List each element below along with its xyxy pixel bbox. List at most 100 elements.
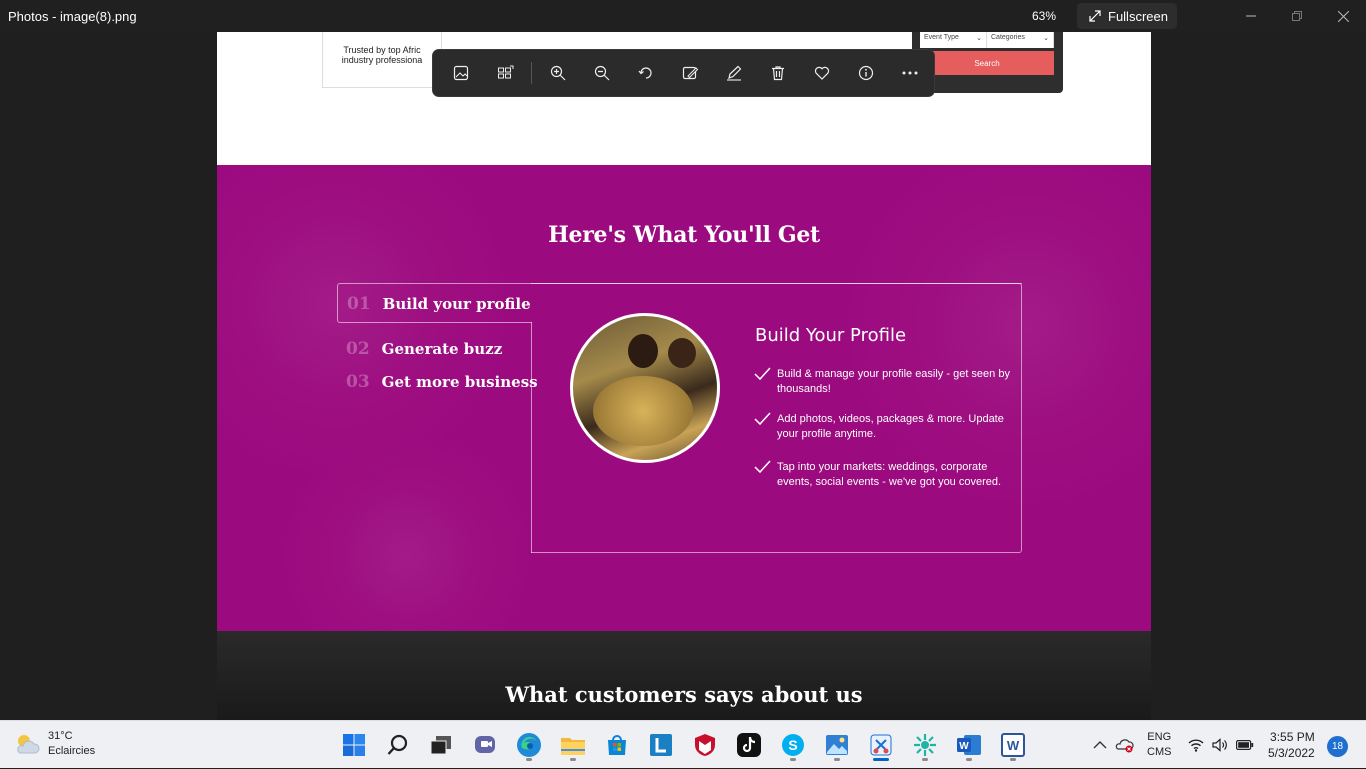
store-icon [608, 735, 626, 755]
date: 5/3/2022 [1268, 746, 1315, 760]
close-button[interactable] [1320, 0, 1366, 32]
tab-number: 03 [346, 372, 370, 392]
photos-icon [826, 735, 848, 755]
rotate-button[interactable] [624, 55, 668, 91]
testimonials-section: What customers says about us [217, 631, 1151, 720]
skype-icon: S [782, 734, 804, 756]
app-button[interactable] [909, 729, 941, 761]
draw-button[interactable] [712, 55, 756, 91]
search-button[interactable] [382, 729, 414, 761]
edge-icon [517, 733, 541, 757]
couple-photo [570, 313, 720, 463]
tab-number: 02 [346, 339, 370, 359]
maximize-button[interactable] [1274, 0, 1320, 32]
gallery-button[interactable] [483, 55, 527, 91]
svg-text:W: W [1007, 738, 1020, 753]
restore-icon [1292, 11, 1302, 21]
categories-select[interactable]: Categories ⌄ [987, 32, 1054, 48]
zoom-out-button[interactable] [580, 55, 624, 91]
start-icon [343, 734, 365, 756]
running-indicator [1010, 758, 1016, 761]
task-view-button[interactable] [425, 729, 457, 761]
store-button[interactable] [601, 729, 633, 761]
tab-label: Generate buzz [381, 340, 503, 358]
rotate-icon [638, 67, 652, 79]
info-button[interactable] [844, 55, 888, 91]
tab-get-more-business[interactable]: 03 Get more business [346, 372, 538, 392]
file-explorer-icon [561, 738, 585, 755]
benefit-item: Build & manage your profile easily - get… [754, 367, 1014, 397]
cloud-error-icon [1115, 739, 1134, 753]
keyboard-layout: CMS [1147, 746, 1172, 758]
language: ENG [1147, 731, 1172, 743]
skype-button[interactable]: S [777, 729, 809, 761]
zoom-out-icon [594, 65, 610, 81]
running-indicator [790, 758, 796, 761]
info-icon [858, 65, 874, 81]
edit-image-icon [682, 66, 698, 80]
more-button[interactable] [888, 55, 932, 91]
partly-cloudy-icon [17, 735, 40, 754]
checkmark-icon [754, 412, 771, 426]
fullscreen-button[interactable]: Fullscreen [1077, 3, 1177, 29]
photos-button[interactable] [821, 729, 853, 761]
start-button[interactable] [338, 729, 370, 761]
time: 3:55 PM [1270, 730, 1315, 744]
running-indicator [834, 758, 840, 761]
gallery-icon [497, 65, 513, 79]
event-type-select[interactable]: Event Type ⌄ [920, 32, 987, 48]
running-indicator [922, 758, 928, 761]
image-icon [453, 65, 469, 81]
teams-chat-button[interactable] [469, 729, 501, 761]
toolbar-divider [531, 62, 532, 84]
window-title: Photos - image(8).png [8, 9, 137, 24]
search-button[interactable]: Search [920, 51, 1054, 75]
tab-build-profile[interactable]: 01 Build your profile [347, 294, 531, 314]
chevron-down-icon: ⌄ [976, 35, 982, 42]
word-button[interactable]: W [953, 729, 985, 761]
language-indicator[interactable]: ENG CMS [1147, 721, 1171, 769]
onedrive-status[interactable] [1115, 721, 1135, 769]
show-hidden-icons-button[interactable] [1093, 721, 1107, 769]
l-app-button[interactable] [645, 729, 677, 761]
close-icon [1337, 10, 1349, 22]
word-icon: W [957, 735, 981, 755]
word-alt-button[interactable]: W [997, 729, 1029, 761]
tab-generate-buzz[interactable]: 02 Generate buzz [346, 339, 502, 359]
tab-label: Build your profile [382, 295, 531, 313]
app-icon [914, 734, 936, 756]
running-indicator [966, 758, 972, 761]
mcafee-button[interactable] [689, 729, 721, 761]
expand-icon [1089, 10, 1101, 22]
fullscreen-label: Fullscreen [1108, 8, 1168, 24]
image-button[interactable] [439, 55, 483, 91]
volume-icon [1212, 738, 1227, 752]
notification-badge[interactable]: 18 [1327, 736, 1348, 757]
weather-widget[interactable]: 31°C Eclaircies [14, 729, 95, 759]
favorite-button[interactable] [800, 55, 844, 91]
tabs-box: 01 Build your profile 02 Generate buzz 0… [337, 283, 1022, 553]
weather-temp: 31°C [48, 730, 73, 742]
minimize-icon [1246, 15, 1256, 17]
zoom-in-icon [550, 65, 566, 81]
trusted-line-1: Trusted by top Afric [343, 45, 421, 55]
clock[interactable]: 3:55 PM 5/3/2022 [1268, 721, 1315, 769]
delete-button[interactable] [756, 55, 800, 91]
photo-toolbar [432, 49, 935, 97]
edge-button[interactable] [513, 729, 545, 761]
file-explorer-button[interactable] [557, 729, 589, 761]
trusted-line-2: industry professiona [341, 55, 423, 65]
system-tray[interactable] [1188, 721, 1254, 769]
zoom-level[interactable]: 63% [1032, 9, 1056, 23]
snipping-tool-button[interactable] [865, 729, 897, 761]
title-bar: Photos - image(8).png 63% Fullscreen [0, 0, 1366, 32]
image-canvas[interactable]: Trusted by top Afric industry profession… [217, 32, 1151, 720]
taskbar: 31°C Eclaircies S W W ENG CMS 3:55 PM 5/… [0, 720, 1366, 768]
tiktok-button[interactable] [733, 729, 765, 761]
minimize-button[interactable] [1228, 0, 1274, 32]
zoom-in-button[interactable] [536, 55, 580, 91]
edit-image-button[interactable] [668, 55, 712, 91]
section-title: Here's What You'll Get [548, 222, 820, 248]
l-app-icon [650, 734, 672, 756]
trusted-card: Trusted by top Afric industry profession… [322, 32, 442, 88]
